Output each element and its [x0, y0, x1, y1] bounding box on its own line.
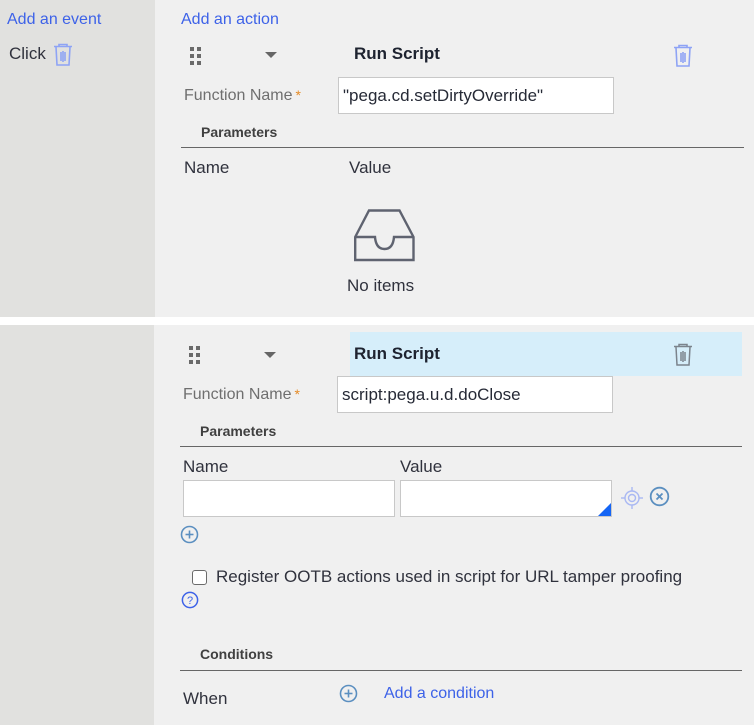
column-header-name: Name [183, 457, 229, 476]
expand-resize-handle[interactable] [598, 503, 611, 516]
collapse-caret-icon[interactable] [264, 352, 276, 358]
required-marker: * [294, 386, 300, 402]
event-action-section-1: Add an event Click Add an action Run Scr… [0, 0, 754, 317]
divider [180, 670, 742, 671]
help-icon: ? [181, 591, 199, 609]
gear-picker-button[interactable] [620, 486, 644, 515]
delete-event-button[interactable] [53, 43, 73, 72]
action-type-title: Run Script [354, 44, 440, 63]
divider [180, 446, 742, 447]
divider [181, 147, 744, 148]
parameter-name-input[interactable] [183, 480, 395, 517]
parameters-heading: Parameters [200, 423, 277, 439]
function-name-label-text: Function Name [183, 386, 292, 403]
target-icon [621, 487, 643, 509]
when-label: When [183, 689, 228, 708]
function-name-label: Function Name * [183, 386, 300, 404]
trash-icon [674, 44, 692, 67]
add-condition-button[interactable] [339, 684, 358, 708]
close-circle-icon [649, 486, 670, 507]
register-ootb-checkbox[interactable] [192, 569, 207, 585]
parameters-heading: Parameters [201, 124, 278, 140]
conditions-heading: Conditions [200, 646, 274, 662]
function-name-input[interactable]: script:pega.u.d.doClose [337, 376, 613, 413]
register-ootb-label[interactable]: Register OOTB actions used in script for… [216, 567, 682, 587]
column-header-value: Value [400, 457, 443, 476]
plus-circle-icon [180, 525, 199, 544]
svg-text:?: ? [187, 595, 193, 607]
add-parameter-button[interactable] [180, 525, 199, 549]
add-action-link[interactable]: Add an action [181, 11, 279, 29]
column-header-value: Value [349, 158, 392, 177]
trash-icon [674, 343, 692, 366]
event-item-click[interactable]: Click [9, 44, 46, 64]
empty-state-text: No items [347, 276, 415, 295]
events-column [0, 325, 154, 725]
collapse-caret-icon[interactable] [265, 52, 277, 58]
event-action-section-2: Run Script Function Name * script:pega.u.… [0, 325, 754, 725]
remove-parameter-button[interactable] [649, 486, 670, 512]
inbox-icon [354, 209, 415, 267]
parameter-value-input[interactable] [400, 480, 612, 517]
required-marker: * [295, 87, 301, 103]
drag-handle-icon[interactable] [190, 47, 201, 65]
function-name-label: Function Name * [184, 87, 301, 105]
plus-circle-icon [339, 684, 358, 703]
action-type-title: Run Script [354, 344, 440, 363]
drag-handle-icon[interactable] [189, 346, 200, 364]
function-name-input[interactable]: "pega.cd.setDirtyOverride" [338, 77, 614, 114]
add-event-link[interactable]: Add an event [7, 11, 101, 29]
function-name-label-text: Function Name [184, 87, 293, 104]
add-condition-link[interactable]: Add a condition [384, 685, 494, 703]
trash-icon [54, 43, 72, 66]
column-header-name: Name [184, 158, 230, 177]
register-ootb-option[interactable]: Register OOTB actions used in script for… [192, 567, 682, 587]
help-button[interactable]: ? [181, 591, 199, 614]
delete-action-button[interactable] [673, 44, 693, 73]
delete-action-button[interactable] [673, 343, 693, 372]
